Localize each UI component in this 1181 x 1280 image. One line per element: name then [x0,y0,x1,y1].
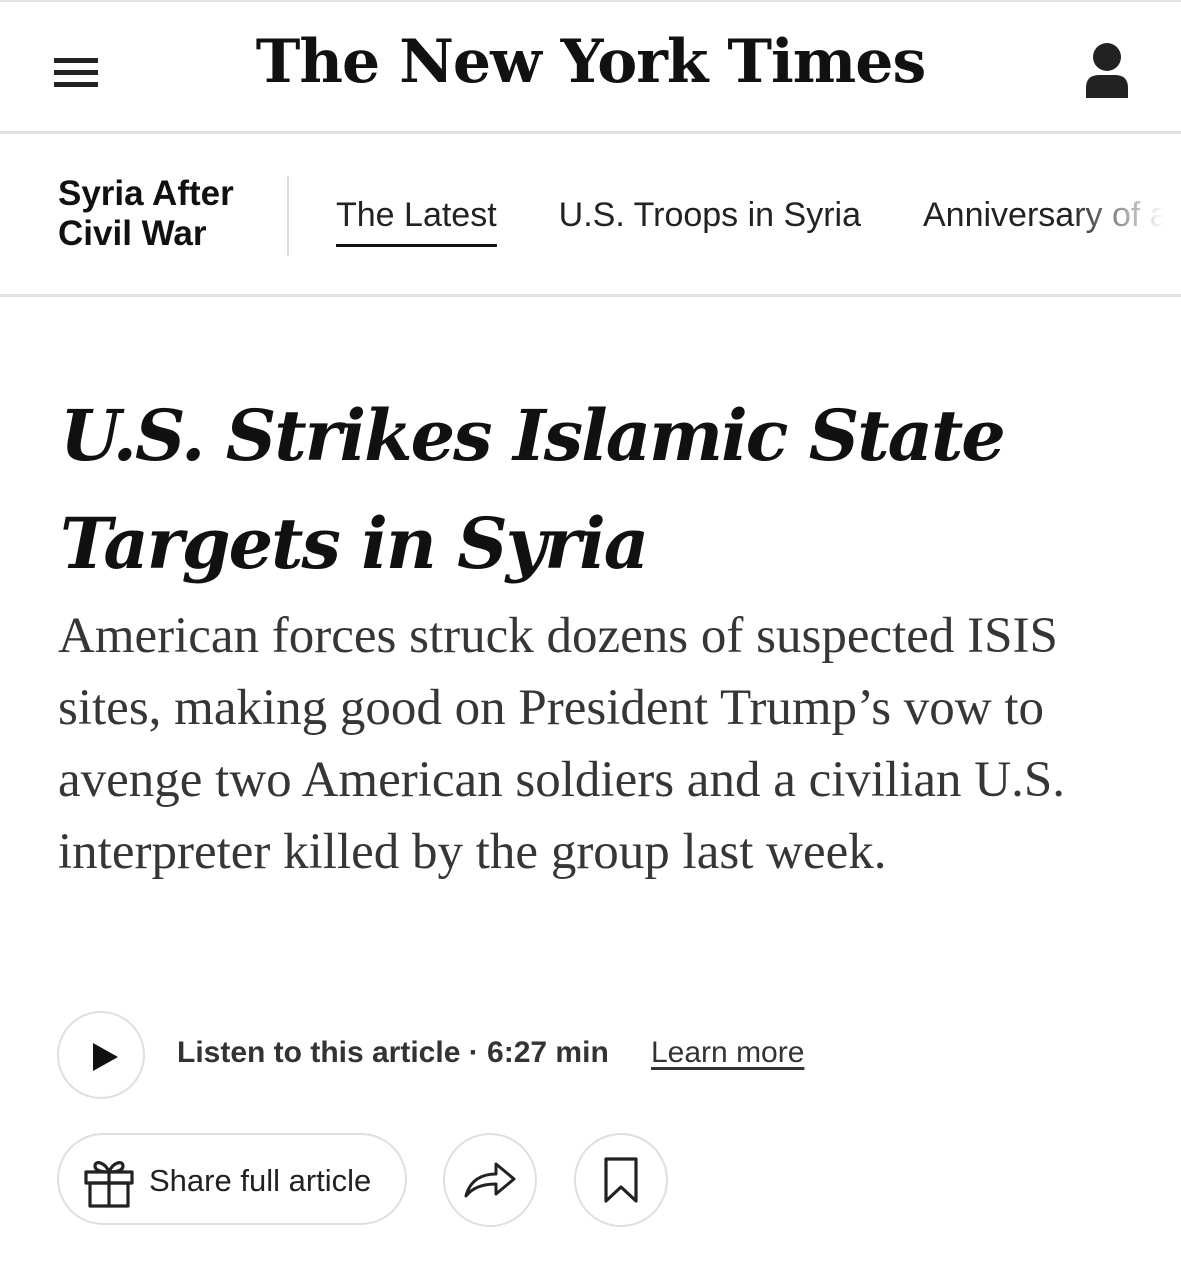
bookmark-icon [604,1157,638,1203]
section-navigation: Syria After Civil War The Latest U.S. Tro… [0,134,1181,297]
tab-us-troops-in-syria[interactable]: U.S. Troops in Syria [559,196,861,235]
section-divider [287,176,289,256]
share-arrow-icon [464,1162,516,1198]
share-full-article-button[interactable]: Share full article [57,1133,407,1225]
section-title[interactable]: Syria After Civil War [58,174,268,254]
site-logo[interactable]: The New York Times [0,26,1181,98]
top-header: The New York Times [0,0,1181,134]
article-headline: U.S. Strikes Islamic State Targets in Sy… [60,394,1006,585]
share-button[interactable] [443,1133,537,1227]
tab-the-latest[interactable]: The Latest [336,196,497,247]
article-summary: American forces struck dozens of suspect… [58,608,1065,880]
save-button[interactable] [574,1133,668,1227]
gift-icon [84,1161,134,1208]
account-icon[interactable] [1084,40,1130,100]
play-icon [93,1043,118,1071]
tab-anniversary[interactable]: Anniversary of a [923,196,1169,235]
share-full-article-label: Share full article [149,1163,372,1198]
listen-to-article-text: Listen to this article · 6:27 min [177,1036,609,1069]
learn-more-link[interactable]: Learn more [651,1036,804,1070]
play-audio-button[interactable] [57,1011,145,1099]
section-tabs: The Latest U.S. Troops in Syria Anniversar… [336,196,1169,247]
